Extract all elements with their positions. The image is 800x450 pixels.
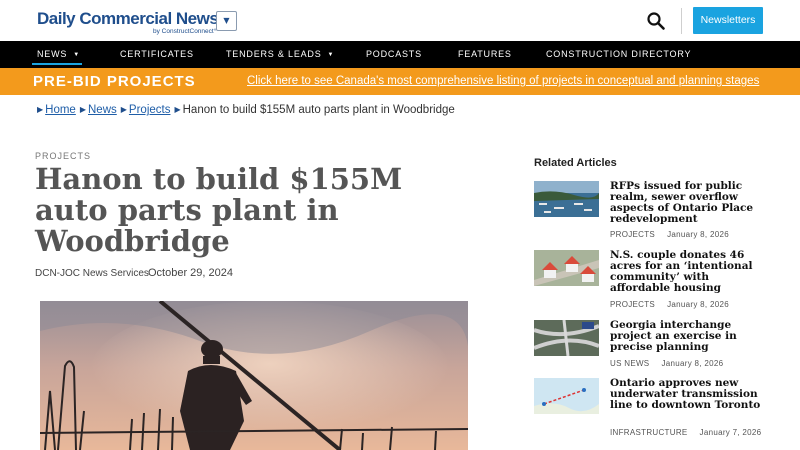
related-article-meta: PROJECTS January 8, 2026 [610,300,729,309]
prebid-banner: PRE-BID PROJECTS Click here to see Canad… [0,68,800,95]
nav-item-construction-directory[interactable]: CONSTRUCTION DIRECTORY [546,41,691,68]
logo-wordmark: Daily Commercial News [37,9,219,28]
newsletters-button[interactable]: Newsletters [693,7,763,34]
breadcrumb-home[interactable]: Home [45,104,76,116]
main-nav: NEWS ▼ CERTIFICATES TENDERS & LEADS ▼ PODC… [0,41,800,68]
article-title: Hanon to build $155M auto parts plant in… [35,162,403,258]
breadcrumb-news[interactable]: News [88,104,117,116]
search-button[interactable] [646,11,666,31]
article-byline: DCN-JOC News Services [35,268,149,279]
prebid-title[interactable]: PRE-BID PROJECTS [33,68,196,95]
prebid-link[interactable]: Click here to see Canada's most comprehe… [247,68,759,95]
site-header: Daily Commercial News by ConstructConnec… [0,0,800,41]
related-article-date: January 8, 2026 [667,300,729,309]
nav-item-podcasts[interactable]: PODCASTS [366,41,422,68]
nav-item-label: CONSTRUCTION DIRECTORY [546,49,692,59]
related-article-category[interactable]: PROJECTS [610,230,655,239]
related-article-date: January 8, 2026 [667,230,729,239]
related-article-title[interactable]: Ontario approves new underwater transmis… [610,378,770,411]
related-article-title[interactable]: N.S. couple donates 46 acres for an ‘int… [610,250,770,294]
breadcrumb: ▶ Home ▶ News ▶ Projects ▶ Hanon to build $155M… [37,104,455,116]
related-article-title[interactable]: Georgia interchange project an exercise … [610,320,770,353]
related-article-meta: INFRASTRUCTURE January 7, 2026 [610,428,761,437]
related-article-category[interactable]: INFRASTRUCTURE [610,428,688,437]
nav-item-label: TENDERS & LEADS [226,49,322,59]
related-article-date: January 8, 2026 [661,359,724,368]
article-hero-image [40,301,468,450]
article-date: October 29, 2024 [148,267,234,279]
nav-item-label: NEWS [37,49,68,59]
related-article-category[interactable]: PROJECTS [610,300,655,309]
related-article-thumbnail[interactable] [534,181,599,217]
related-article-title[interactable]: RFPs issued for public realm, sewer over… [610,181,770,225]
nav-active-indicator [32,63,82,65]
related-article-thumbnail[interactable] [534,320,599,356]
related-article-category[interactable]: US NEWS [610,359,649,368]
breadcrumb-projects[interactable]: Projects [129,104,171,116]
article-category[interactable]: PROJECTS [35,151,91,161]
nav-item-label: CERTIFICATES [120,49,194,59]
breadcrumb-arrow-icon: ▶ [120,105,127,114]
nav-item-label: PODCASTS [366,49,422,59]
related-article-meta: US NEWS January 8, 2026 [610,359,723,368]
nav-item-tenders-leads[interactable]: TENDERS & LEADS ▼ [226,41,334,68]
site-logo[interactable]: Daily Commercial News by ConstructConnec… [37,9,219,36]
related-article-thumbnail[interactable] [534,378,599,414]
nav-item-features[interactable]: FEATURES [458,41,512,68]
breadcrumb-arrow-icon: ▶ [174,105,181,114]
nav-item-label: FEATURES [458,49,512,59]
related-articles-heading: Related Articles [534,157,617,169]
related-article-thumbnail[interactable] [534,250,599,286]
header-divider [681,8,682,34]
site-dropdown-button[interactable]: ▼ [216,11,237,31]
logo-tagline: by ConstructConnect° [153,28,217,35]
caret-down-icon: ▼ [73,52,80,58]
breadcrumb-current: Hanon to build $155M auto parts plant in… [182,104,455,116]
search-icon [647,12,665,30]
nav-item-certificates[interactable]: CERTIFICATES [120,41,194,68]
chevron-down-icon: ▼ [223,16,230,25]
breadcrumb-arrow-icon: ▶ [37,105,44,114]
breadcrumb-arrow-icon: ▶ [79,105,86,114]
related-article-meta: PROJECTS January 8, 2026 [610,230,729,239]
caret-down-icon: ▼ [327,52,335,58]
related-article-date: January 7, 2026 [699,428,762,437]
